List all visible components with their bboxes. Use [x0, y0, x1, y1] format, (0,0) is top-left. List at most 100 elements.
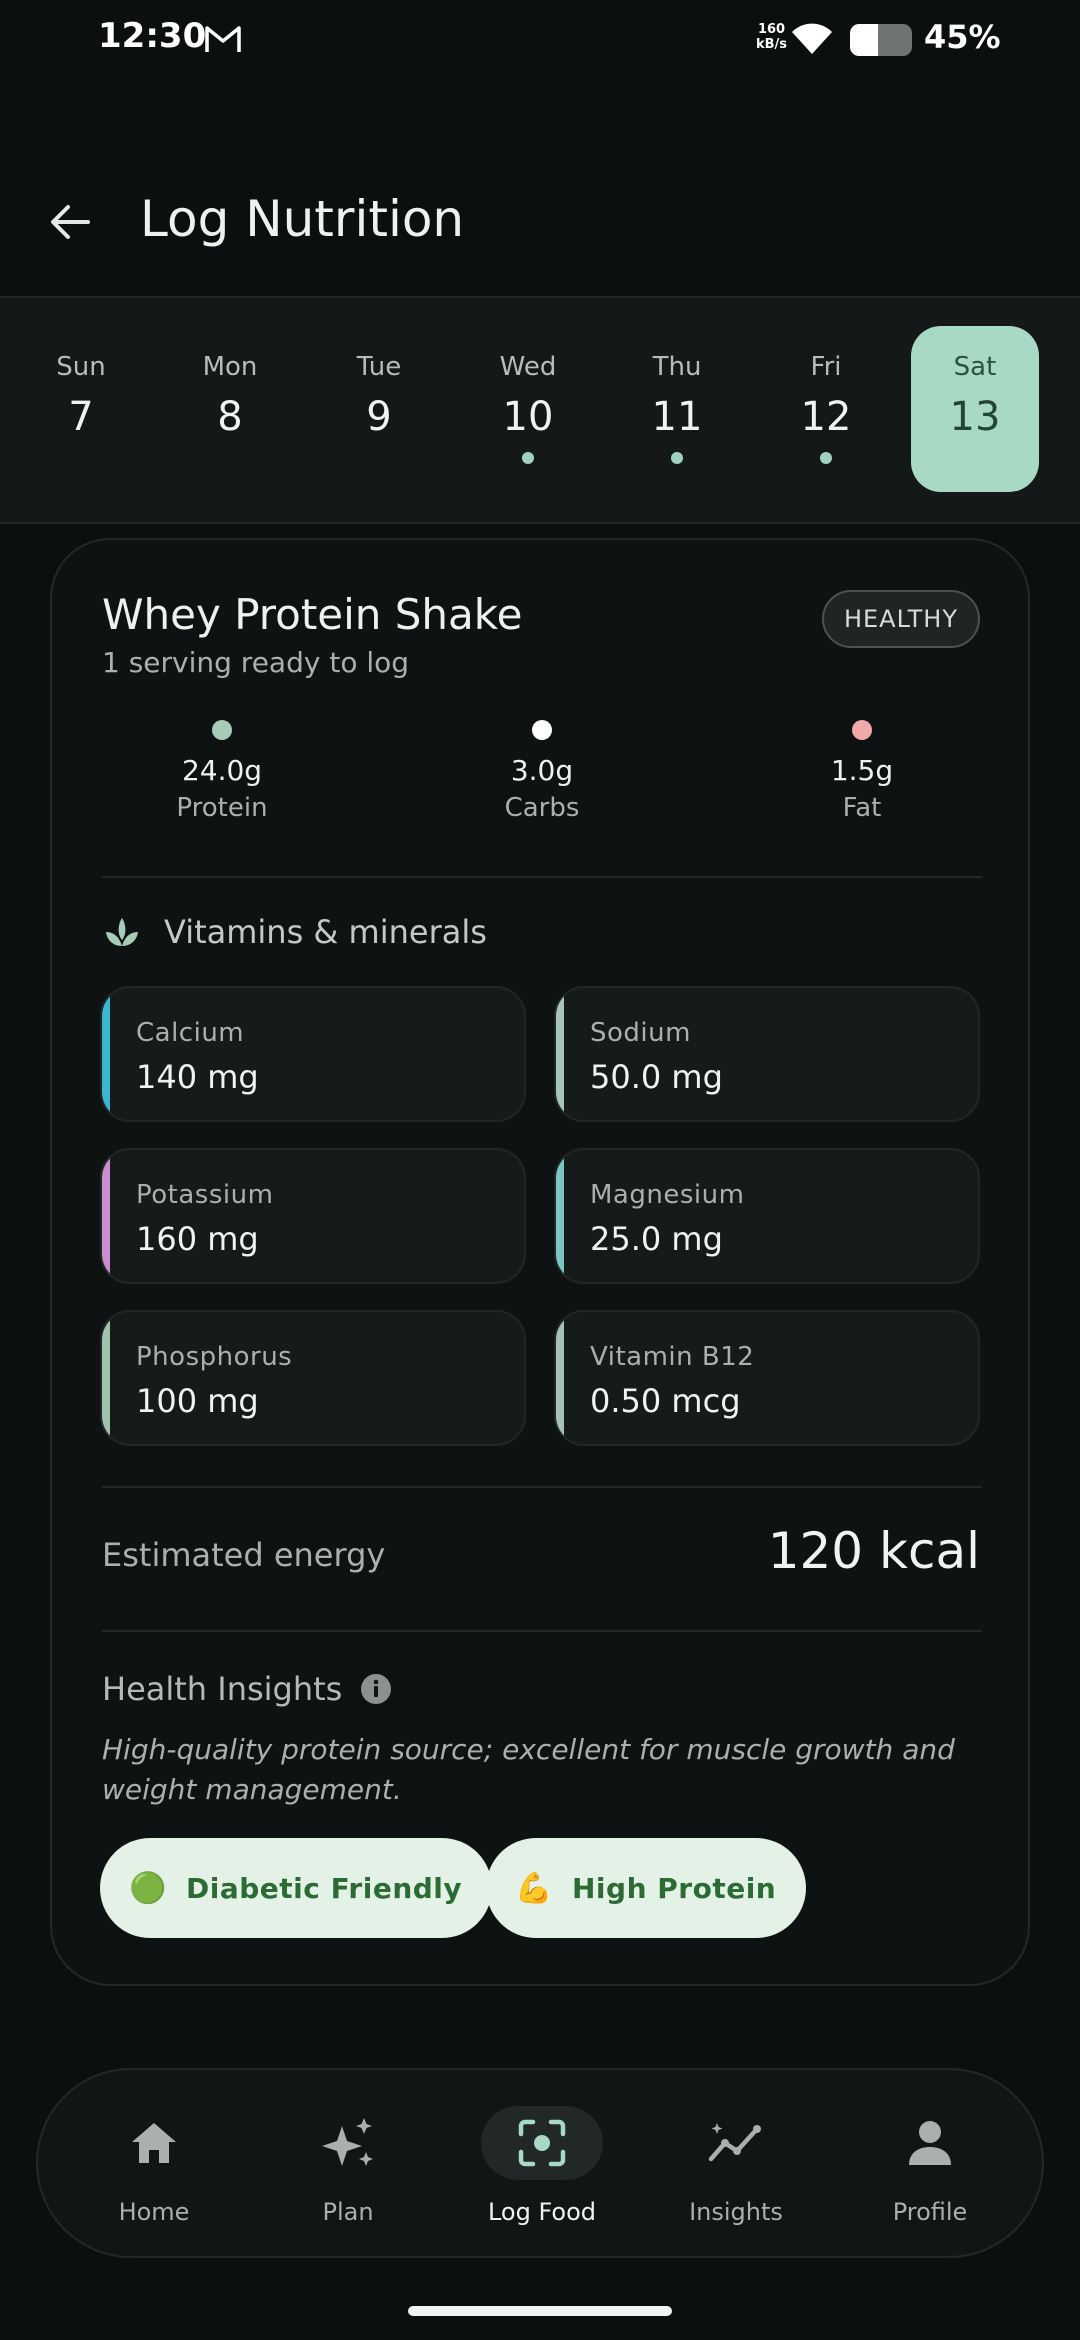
arrow-left-icon: [51, 205, 90, 239]
mineral-value: 0.50 mcg: [590, 1382, 741, 1420]
page-title: Log Nutrition: [140, 190, 465, 248]
day-name: Sun: [56, 352, 106, 382]
serving-text: 1 serving ready to log: [102, 646, 410, 679]
day-number: 10: [502, 394, 554, 440]
mineral-name: Magnesium: [590, 1180, 745, 1210]
mineral-name: Sodium: [590, 1018, 691, 1048]
day-name: Sat: [953, 352, 997, 382]
vitamins-heading: Vitamins & minerals: [102, 912, 487, 952]
nav-profile[interactable]: Profile: [835, 2070, 1025, 2260]
day-name: Thu: [652, 352, 702, 382]
mineral-name: Phosphorus: [136, 1342, 293, 1372]
nav-plan[interactable]: Plan: [253, 2070, 443, 2260]
day-thu[interactable]: Thu 11: [613, 326, 741, 492]
mineral-calcium: Calcium 140 mg: [100, 986, 526, 1122]
wifi-icon: [792, 23, 832, 54]
network-speed: 160 kB/s: [756, 22, 788, 52]
home-icon: [132, 2123, 176, 2163]
home-indicator[interactable]: [408, 2306, 672, 2316]
healthy-badge: HEALTHY: [821, 590, 980, 648]
gmail-icon: [205, 26, 241, 52]
flexed-bicep-icon: 💪: [515, 1870, 553, 1906]
health-insights-text: High-quality protein source; excellent f…: [102, 1733, 955, 1806]
day-name: Tue: [356, 352, 402, 382]
macro-fat: 1.5g Fat: [762, 720, 962, 823]
food-card: Whey Protein Shake 1 serving ready to lo…: [50, 538, 1030, 1986]
macro-value: 1.5g: [830, 754, 894, 787]
nav-log-food[interactable]: Log Food: [447, 2070, 637, 2260]
mineral-accent: [102, 988, 110, 1120]
macro-label: Protein: [176, 793, 268, 823]
status-time: 12:30: [98, 16, 207, 56]
mineral-accent: [102, 1312, 110, 1444]
macro-protein: 24.0g Protein: [122, 720, 322, 823]
nav-icon-container: [481, 2106, 603, 2180]
day-sat[interactable]: Sat 13: [911, 326, 1039, 492]
day-number: 7: [68, 394, 94, 440]
green-circle-icon: 🟢: [129, 1870, 167, 1906]
protein-dot: [212, 720, 232, 740]
app-header: Log Nutrition: [0, 170, 1080, 270]
logged-dot: [671, 452, 683, 464]
back-button[interactable]: [36, 188, 104, 256]
day-number: 13: [949, 394, 1001, 440]
day-tue[interactable]: Tue 9: [315, 326, 443, 492]
mineral-value: 160 mg: [136, 1220, 259, 1258]
nav-label: Log Food: [487, 2198, 597, 2226]
chip-label: High Protein: [572, 1871, 777, 1905]
battery-level: [850, 24, 878, 56]
nav-home[interactable]: Home: [59, 2070, 249, 2260]
vitamins-title: Vitamins & minerals: [164, 913, 487, 951]
mineral-accent: [556, 1150, 564, 1282]
day-fri[interactable]: Fri 12: [762, 326, 890, 492]
nav-icon-container: [869, 2106, 991, 2180]
logged-dot: [522, 452, 534, 464]
nav-insights[interactable]: Insights: [641, 2070, 831, 2260]
info-icon[interactable]: [360, 1673, 392, 1705]
day-number: 9: [366, 394, 392, 440]
person-icon: [909, 2121, 951, 2165]
battery-icon: [850, 24, 912, 56]
health-insights-heading: Health Insights: [102, 1670, 392, 1708]
mineral-vitamin-b12: Vitamin B12 0.50 mcg: [554, 1310, 980, 1446]
day-sun[interactable]: Sun 7: [17, 326, 145, 492]
scan-icon: [518, 2119, 566, 2167]
macro-label: Carbs: [504, 793, 580, 823]
mineral-magnesium: Magnesium 25.0 mg: [554, 1148, 980, 1284]
energy-label: Estimated energy: [102, 1536, 386, 1574]
high-protein-chip[interactable]: 💪 High Protein: [486, 1838, 807, 1938]
day-name: Fri: [810, 352, 842, 382]
mineral-accent: [556, 1312, 564, 1444]
day-number: 8: [217, 394, 243, 440]
macro-value: 24.0g: [181, 754, 263, 787]
food-name: Whey Protein Shake: [102, 590, 523, 639]
divider: [102, 876, 982, 878]
mineral-name: Vitamin B12: [590, 1342, 755, 1372]
health-insights-title: Health Insights: [102, 1670, 343, 1708]
mineral-phosphorus: Phosphorus 100 mg: [100, 1310, 526, 1446]
nav-icon-container: [93, 2106, 215, 2180]
sparkle-icon: [322, 2118, 373, 2166]
macro-carbs: 3.0g Carbs: [442, 720, 642, 823]
bottom-navigation: Home Plan Log Food Insights Profile: [36, 2068, 1044, 2258]
carbs-dot: [532, 720, 552, 740]
mineral-accent: [102, 1150, 110, 1282]
day-mon[interactable]: Mon 8: [166, 326, 294, 492]
battery-percent: 45%: [924, 18, 1001, 56]
mineral-name: Potassium: [136, 1180, 274, 1210]
macro-value: 3.0g: [510, 754, 574, 787]
macro-label: Fat: [842, 793, 882, 823]
nav-icon-container: [287, 2106, 409, 2180]
diabetic-friendly-chip[interactable]: 🟢 Diabetic Friendly: [100, 1838, 493, 1938]
nav-label: Home: [118, 2198, 190, 2226]
trend-icon: [708, 2123, 761, 2162]
nav-label: Insights: [689, 2198, 783, 2226]
chip-label: Diabetic Friendly: [186, 1871, 463, 1905]
day-wed[interactable]: Wed 10: [464, 326, 592, 492]
log-nutrition-screen: 12:30 160 kB/s 45% Log Nutrition Sun 7 M…: [0, 0, 1080, 2340]
mineral-sodium: Sodium 50.0 mg: [554, 986, 980, 1122]
nav-label: Plan: [322, 2198, 374, 2226]
fat-dot: [852, 720, 872, 740]
logged-dot: [820, 452, 832, 464]
energy-value: 120 kcal: [767, 1522, 980, 1580]
